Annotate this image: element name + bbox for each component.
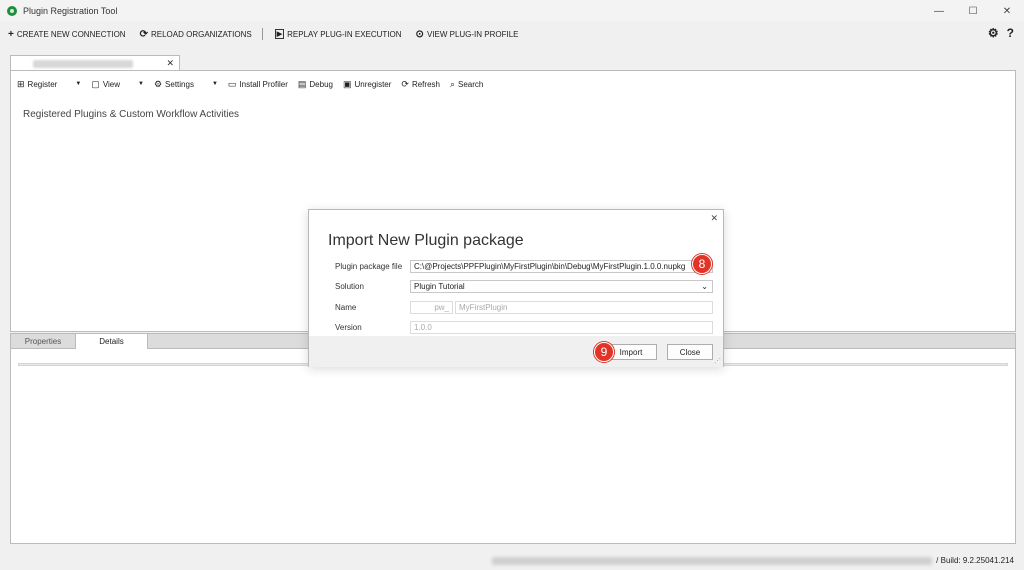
play-icon: ▶ bbox=[274, 29, 285, 39]
title-bar: Plugin Registration Tool — ☐ ✕ bbox=[0, 0, 1024, 22]
app-logo-icon bbox=[7, 6, 17, 16]
dialog-title: Import New Plugin package bbox=[328, 232, 524, 249]
debug-button[interactable]: ▤ Debug bbox=[298, 79, 333, 90]
debug-icon: ▤ bbox=[297, 78, 307, 89]
view-button[interactable]: ▢ View ▼ bbox=[91, 79, 144, 90]
debug-label: Debug bbox=[309, 79, 333, 89]
solution-label: Solution bbox=[335, 282, 364, 291]
maximize-button[interactable]: ☐ bbox=[956, 0, 990, 22]
register-label: Register bbox=[27, 79, 58, 89]
settings-label: Settings bbox=[165, 79, 194, 89]
solution-row: Solution Plugin Tutorial ⌄ bbox=[335, 280, 713, 293]
name-label: Name bbox=[335, 303, 357, 312]
unregister-button[interactable]: ▣ Unregister bbox=[343, 79, 391, 90]
window-controls: — ☐ ✕ bbox=[922, 0, 1024, 22]
reload-icon: ⟳ bbox=[139, 28, 148, 40]
version-input: 1.0.0 bbox=[410, 321, 713, 334]
view-dropdown-icon[interactable]: ▼ bbox=[138, 81, 144, 87]
view-profile-button[interactable]: ⊙ VIEW PLUG-IN PROFILE bbox=[416, 29, 519, 40]
package-file-row: Plugin package file C:\@Projects\PPFPlug… bbox=[335, 260, 713, 273]
register-button[interactable]: ⊞ Register ▼ bbox=[17, 79, 81, 90]
version-row: Version 1.0.0 bbox=[335, 321, 713, 334]
profiler-icon: ▭ bbox=[227, 78, 237, 89]
settings-dropdown-icon[interactable]: ▼ bbox=[212, 81, 218, 87]
plus-icon: + bbox=[8, 28, 14, 40]
replay-execution-button[interactable]: ▶ REPLAY PLUG-IN EXECUTION bbox=[274, 29, 402, 39]
refresh-button[interactable]: ⟳ Refresh bbox=[401, 79, 440, 90]
solution-selected-value: Plugin Tutorial bbox=[414, 282, 465, 291]
view-label: View bbox=[102, 79, 121, 89]
package-file-label: Plugin package file bbox=[335, 262, 403, 271]
view-profile-label: VIEW PLUG-IN PROFILE bbox=[426, 29, 519, 39]
close-tab-icon[interactable]: ✕ bbox=[166, 58, 174, 69]
close-window-button[interactable]: ✕ bbox=[990, 0, 1024, 22]
gear-icon[interactable]: ⚙ bbox=[988, 26, 999, 40]
dialog-close-icon[interactable]: ✕ bbox=[710, 213, 718, 224]
redacted-connection-name bbox=[33, 60, 133, 68]
build-version: / Build: 9.2.25041.214 bbox=[936, 556, 1014, 565]
tab-details[interactable]: Details bbox=[76, 334, 148, 349]
status-bar: / Build: 9.2.25041.214 bbox=[0, 551, 1024, 570]
help-icon[interactable]: ? bbox=[1007, 26, 1014, 40]
resize-grip-icon[interactable]: ⋰ bbox=[714, 357, 721, 365]
unregister-label: Unregister bbox=[354, 79, 392, 89]
refresh-label: Refresh bbox=[411, 79, 440, 89]
dialog-footer: Import Close ⋰ bbox=[309, 336, 723, 367]
redacted-status-info bbox=[492, 556, 933, 565]
minimize-button[interactable]: — bbox=[922, 0, 956, 22]
settings-button[interactable]: ⚙ Settings ▼ bbox=[154, 79, 218, 90]
name-row: Name pw_ MyFirstPlugin bbox=[335, 301, 713, 314]
details-panel bbox=[10, 349, 1016, 544]
chevron-down-icon: ⌄ bbox=[701, 282, 708, 291]
register-icon: ⊞ bbox=[17, 78, 25, 89]
import-plugin-dialog: ✕ Import New Plugin package Plugin packa… bbox=[308, 209, 724, 367]
refresh-icon: ⟳ bbox=[401, 78, 409, 89]
version-label: Version bbox=[335, 323, 362, 332]
package-file-input[interactable]: C:\@Projects\PPFPlugin\MyFirstPlugin\bin… bbox=[410, 260, 713, 273]
install-profiler-button[interactable]: ▭ Install Profiler bbox=[228, 79, 288, 90]
reload-organizations-button[interactable]: ⟳ RELOAD ORGANIZATIONS bbox=[140, 29, 252, 40]
search-label: Search bbox=[458, 79, 484, 89]
window-title: Plugin Registration Tool bbox=[23, 6, 118, 16]
connection-tab[interactable]: ✕ bbox=[10, 55, 180, 71]
publisher-prefix-field: pw_ bbox=[410, 301, 453, 314]
search-button[interactable]: ⌕ Search bbox=[450, 79, 483, 90]
unregister-icon: ▣ bbox=[342, 78, 352, 89]
step-8-badge: 8 bbox=[692, 254, 712, 274]
menu-bar: + CREATE NEW CONNECTION ⟳ RELOAD ORGANIZ… bbox=[0, 24, 1024, 44]
plugin-toolbar: ⊞ Register ▼ ▢ View ▼ ⚙ Settings ▼ ▭ Ins… bbox=[17, 76, 493, 92]
install-profiler-label: Install Profiler bbox=[239, 79, 288, 89]
name-input: MyFirstPlugin bbox=[455, 301, 713, 314]
replay-execution-label: REPLAY PLUG-IN EXECUTION bbox=[287, 29, 402, 39]
step-9-badge: 9 bbox=[594, 342, 614, 362]
create-connection-label: CREATE NEW CONNECTION bbox=[16, 29, 126, 39]
menu-right-actions: ⚙ ? bbox=[988, 26, 1014, 40]
settings-gear-icon: ⚙ bbox=[153, 78, 163, 89]
close-button[interactable]: Close bbox=[667, 344, 713, 360]
register-dropdown-icon[interactable]: ▼ bbox=[75, 81, 81, 87]
solution-select[interactable]: Plugin Tutorial ⌄ bbox=[410, 280, 713, 293]
view-icon: ▢ bbox=[91, 78, 100, 89]
menu-divider bbox=[261, 28, 263, 40]
profile-icon: ⊙ bbox=[415, 28, 424, 40]
tab-properties[interactable]: Properties bbox=[11, 334, 76, 349]
create-connection-button[interactable]: + CREATE NEW CONNECTION bbox=[8, 29, 126, 40]
reload-organizations-label: RELOAD ORGANIZATIONS bbox=[150, 29, 252, 39]
plugin-tree-root[interactable]: Registered Plugins & Custom Workflow Act… bbox=[23, 109, 239, 120]
search-icon: ⌕ bbox=[449, 78, 456, 89]
